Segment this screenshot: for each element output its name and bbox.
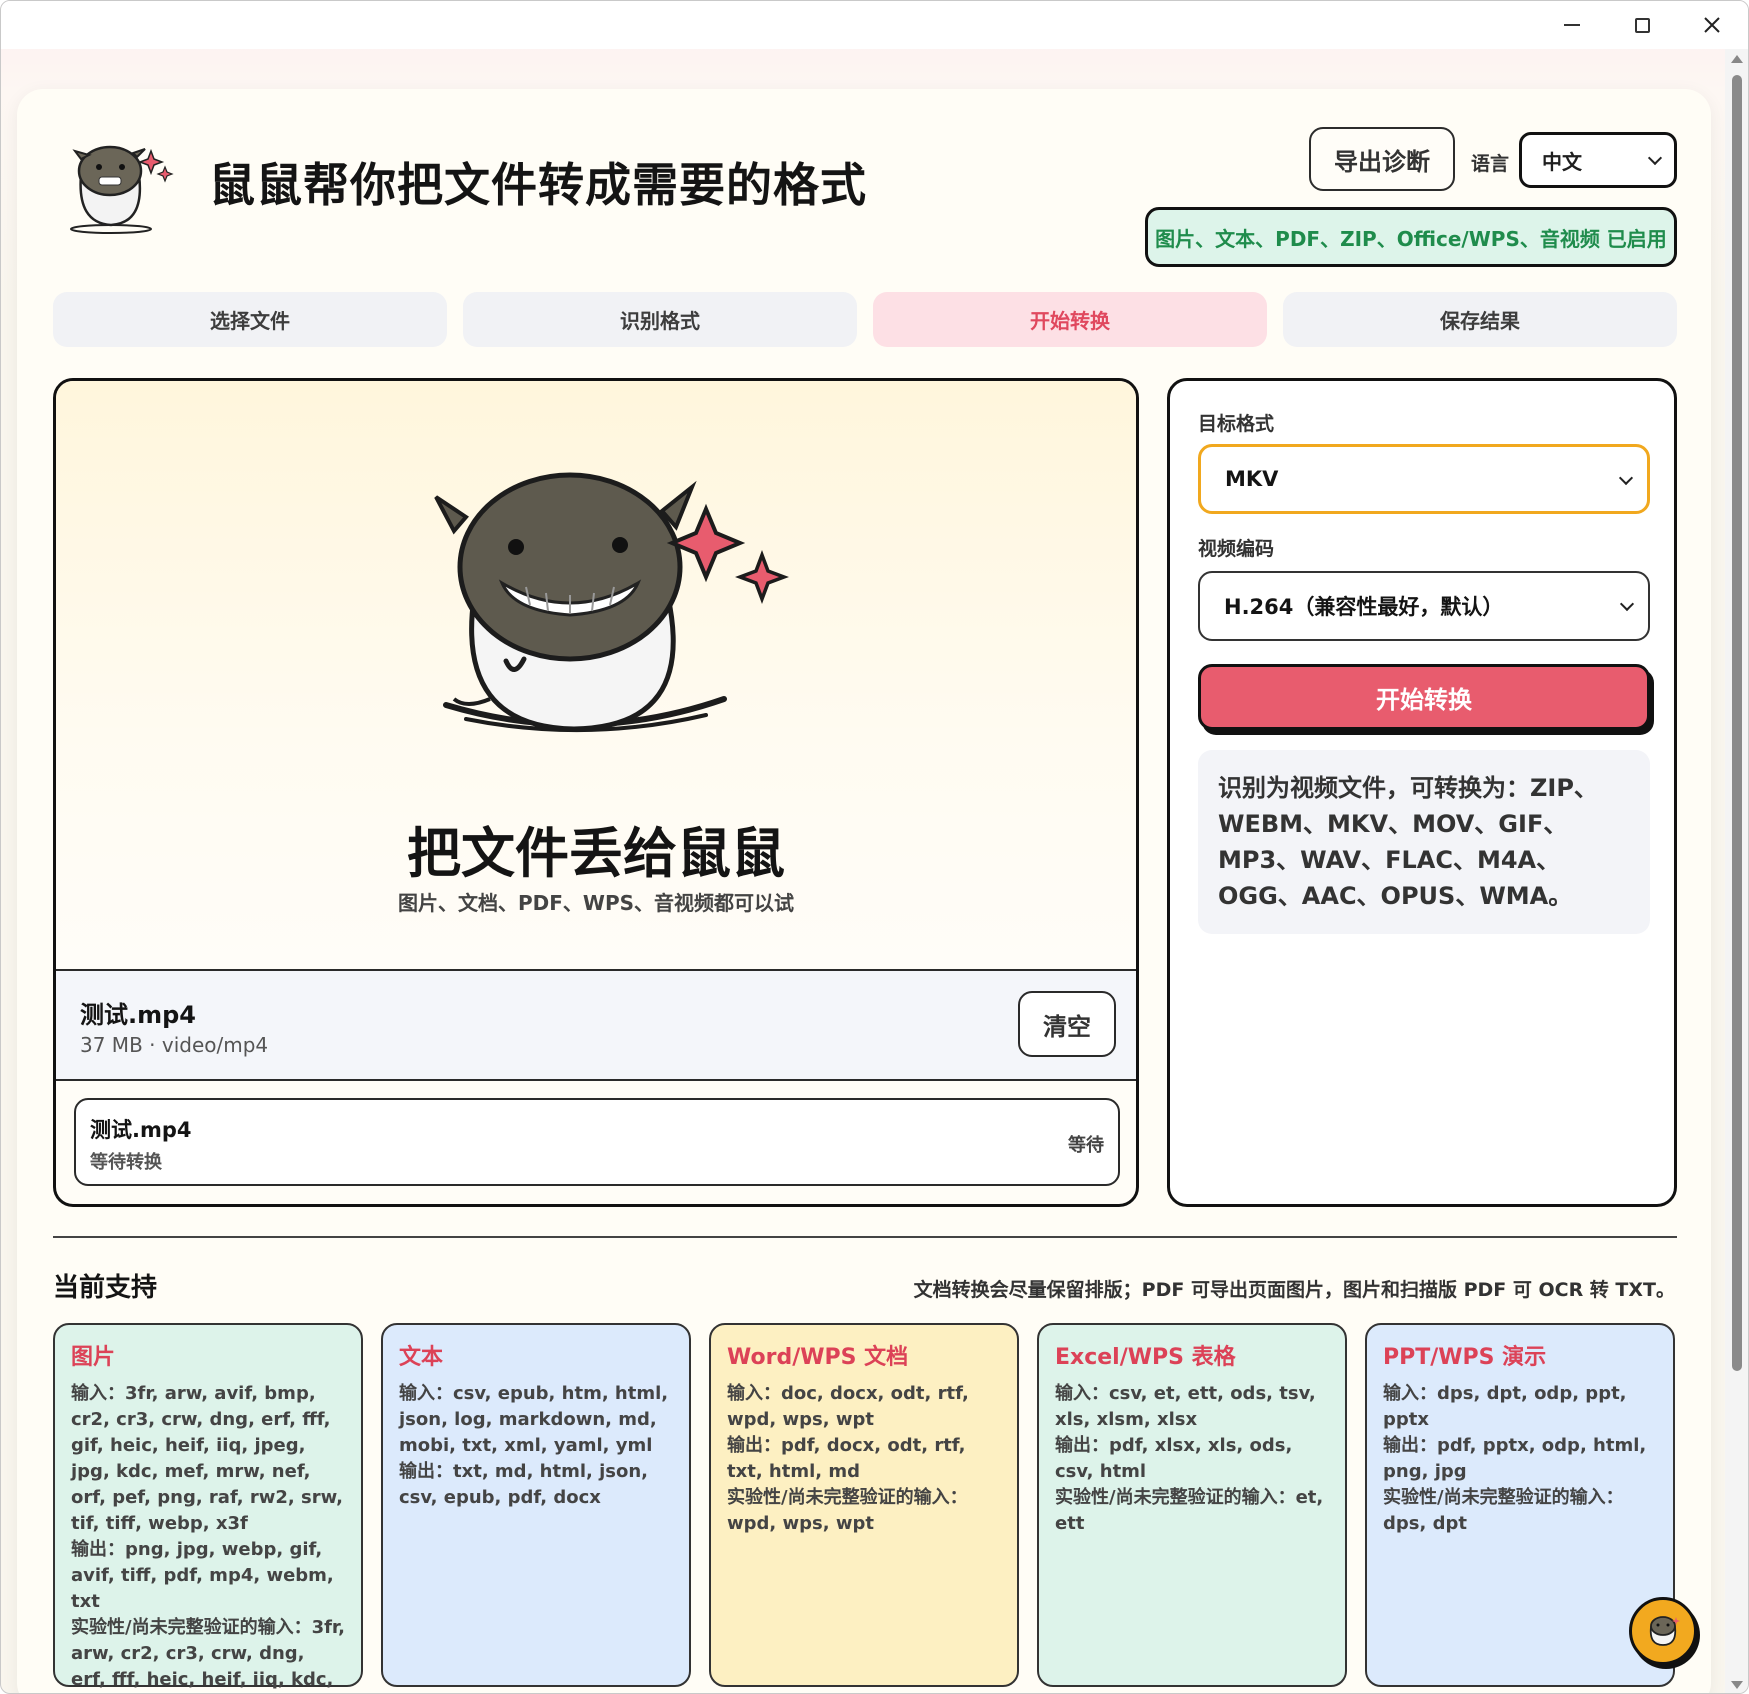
export-diagnostics-button[interactable]: 导出诊断 [1309, 127, 1455, 191]
app-window: 鼠鼠帮你把文件转成需要的格式 导出诊断 语言 中文 图片、文本、PDF、ZIP、… [0, 0, 1749, 1694]
maximize-button[interactable] [1607, 1, 1677, 49]
selected-file-meta: 37 MB · video/mp4 [80, 1033, 269, 1057]
target-format-label: 目标格式 [1198, 413, 1275, 435]
format-card-experimental: 实验性/尚未完整验证的输入：dps, dpt [1383, 1487, 1624, 1534]
detected-format-info: 识别为视频文件，可转换为：ZIP、WEBM、MKV、MOV、GIF、MP3、WA… [1198, 750, 1650, 934]
format-card-word: Word/WPS 文档 输入：doc, docx, odt, rtf, wpd,… [709, 1323, 1019, 1687]
chevron-down-icon [1619, 596, 1635, 612]
format-card-text: 文本 输入：csv, epub, htm, html, json, log, m… [381, 1323, 691, 1687]
minimize-button[interactable] [1537, 1, 1607, 49]
tab-start-convert[interactable]: 开始转换 [873, 292, 1267, 347]
close-icon [1704, 17, 1720, 33]
scrollbar[interactable] [1725, 49, 1748, 1693]
selected-file-info: 测试.mp4 37 MB · video/mp4 清空 [56, 971, 1136, 1081]
format-card-input: 输入：doc, docx, odt, rtf, wpd, wps, wpt [727, 1383, 969, 1430]
format-card-title: Word/WPS 文档 [727, 1345, 909, 1370]
selected-file-name: 测试.mp4 [80, 1001, 197, 1029]
format-card-title: 文本 [399, 1345, 444, 1370]
options-panel: 目标格式 MKV 视频编码 H.264（兼容性最好，默认） 开始转换 识别为视频… [1167, 378, 1677, 1207]
format-card-excel: Excel/WPS 表格 输入：csv, et, ett, ods, tsv, … [1037, 1323, 1347, 1687]
format-card-experimental: 实验性/尚未完整验证的输入：3fr, arw, cr2, cr3, crw, d… [71, 1617, 345, 1690]
section-divider [53, 1236, 1677, 1238]
drop-title: 把文件丢给鼠鼠 [407, 822, 785, 885]
support-note: 文档转换会尽量保留排版；PDF 可导出页面图片，图片和扫描版 PDF 可 OCR… [913, 1279, 1675, 1301]
app-title: 鼠鼠帮你把文件转成需要的格式 [209, 158, 867, 212]
language-value: 中文 [1542, 149, 1582, 174]
drop-subtitle: 图片、文档、PDF、WPS、音视频都可以试 [397, 891, 795, 915]
format-card-title: PPT/WPS 演示 [1383, 1345, 1547, 1370]
target-format-value: MKV [1225, 467, 1279, 491]
format-card-input: 输入：3fr, arw, avif, bmp, cr2, cr3, crw, d… [71, 1383, 343, 1534]
queue-item-name: 测试.mp4 [90, 1118, 192, 1142]
scroll-down-icon[interactable] [1731, 1681, 1743, 1689]
target-format-select[interactable]: MKV [1198, 444, 1650, 514]
queue-item-state: 等待 [1068, 1135, 1104, 1156]
title-bar [1, 1, 1748, 49]
video-codec-label: 视频编码 [1198, 538, 1275, 560]
format-card-title: 图片 [71, 1345, 116, 1370]
format-card-input: 输入：dps, dpt, odp, ppt, pptx [1383, 1383, 1627, 1430]
format-card-output: 输出：pdf, xlsx, xls, ods, csv, html [1055, 1435, 1293, 1482]
format-card-input: 输入：csv, epub, htm, html, json, log, mark… [399, 1383, 669, 1456]
format-card-title: Excel/WPS 表格 [1055, 1345, 1236, 1370]
close-button[interactable] [1677, 1, 1747, 49]
video-codec-value: H.264（兼容性最好，默认） [1224, 595, 1504, 619]
tab-select-file[interactable]: 选择文件 [53, 292, 447, 347]
queue-item-status: 等待转换 [90, 1152, 162, 1173]
clear-button[interactable]: 清空 [1018, 991, 1116, 1057]
chevron-down-icon [1647, 150, 1663, 166]
language-select[interactable]: 中文 [1519, 132, 1677, 188]
format-card-output: 输出：txt, md, html, json, csv, epub, pdf, … [399, 1461, 649, 1508]
support-title: 当前支持 [53, 1273, 158, 1303]
start-convert-button[interactable]: 开始转换 [1198, 664, 1650, 730]
format-card-output: 输出：pdf, docx, odt, rtf, txt, html, md [727, 1435, 966, 1482]
format-card-output: 输出：pdf, pptx, odp, html, png, jpg [1383, 1435, 1647, 1482]
enabled-formats-badge: 图片、文本、PDF、ZIP、Office/WPS、音视频 已启用 [1145, 207, 1677, 267]
minimize-icon [1564, 24, 1580, 26]
hamster-logo-icon [70, 145, 174, 234]
file-panel: 把文件丢给鼠鼠 图片、文档、PDF、WPS、音视频都可以试 测试.mp4 37 … [53, 378, 1139, 1207]
hamster-helper-icon [1649, 1616, 1680, 1646]
hamster-mascot-icon [434, 472, 789, 733]
chevron-down-icon [1618, 470, 1634, 486]
drop-zone[interactable]: 把文件丢给鼠鼠 图片、文档、PDF、WPS、音视频都可以试 [56, 381, 1136, 971]
scroll-thumb[interactable] [1732, 75, 1742, 1371]
hamster-helper-button[interactable] [1629, 1597, 1697, 1665]
format-card-experimental: 实验性/尚未完整验证的输入：wpd, wps, wpt [727, 1487, 968, 1534]
scroll-up-icon[interactable] [1731, 55, 1743, 63]
format-card-output: 输出：png, jpg, webp, gif, avif, tiff, pdf,… [71, 1539, 334, 1612]
video-codec-select[interactable]: H.264（兼容性最好，默认） [1198, 571, 1650, 641]
language-label: 语言 [1471, 153, 1510, 175]
format-card-experimental: 实验性/尚未完整验证的输入：et, ett [1055, 1487, 1324, 1534]
queue-item[interactable]: 测试.mp4 等待转换 等待 [74, 1098, 1120, 1186]
tab-save-result[interactable]: 保存结果 [1283, 292, 1677, 347]
format-card-image: 图片 输入：3fr, arw, avif, bmp, cr2, cr3, crw… [53, 1323, 363, 1690]
maximize-icon [1634, 17, 1650, 33]
tab-detect-format[interactable]: 识别格式 [463, 292, 857, 347]
format-card-input: 输入：csv, et, ett, ods, tsv, xls, xlsm, xl… [1055, 1383, 1316, 1430]
